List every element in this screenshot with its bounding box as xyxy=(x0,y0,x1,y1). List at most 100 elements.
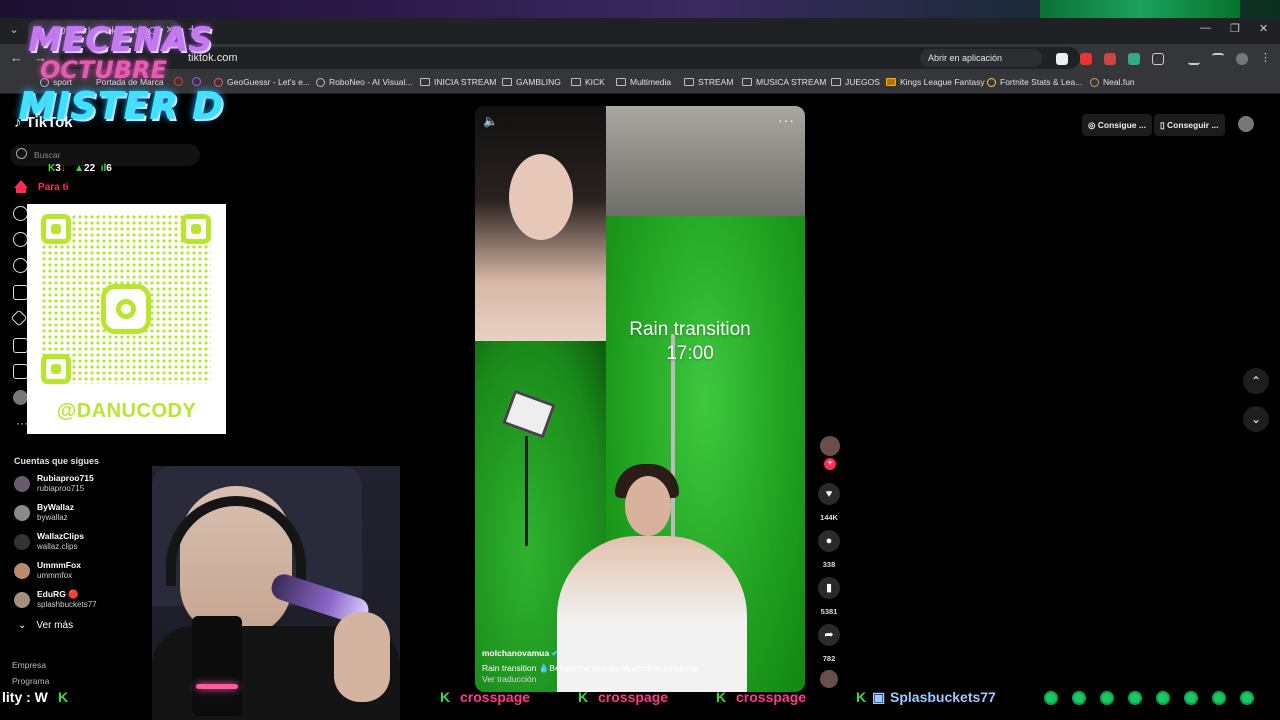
coin-icon: ◎ xyxy=(1088,120,1098,130)
bookmark-folder[interactable]: KICK xyxy=(571,77,605,87)
emote-icon xyxy=(1212,691,1226,705)
restore-icon[interactable]: ❐ xyxy=(1230,22,1240,35)
video-caption-time: 17:00 xyxy=(666,343,714,364)
open-in-app-button[interactable]: Abrir en aplicación xyxy=(920,49,1042,67)
folder-icon xyxy=(616,78,626,86)
activity-icon[interactable] xyxy=(13,338,28,353)
profile-avatar[interactable] xyxy=(1236,53,1248,65)
bookmark-folder[interactable]: MUSICA STREAM xyxy=(742,77,826,87)
bookmark-folder[interactable]: GAMBLING xyxy=(502,77,561,87)
kings-league-icon xyxy=(886,78,896,86)
media-icon[interactable] xyxy=(1212,53,1224,65)
footer-link-company[interactable]: Empresa xyxy=(12,660,46,670)
folder-icon xyxy=(684,78,694,86)
url-field[interactable]: tiktok.com Abrir en aplicación ☆ xyxy=(60,47,1091,69)
share-icon[interactable]: ➦ xyxy=(818,624,840,646)
bookmark-folder[interactable]: JUEGOS xyxy=(831,77,880,87)
video-face-panel xyxy=(475,106,606,341)
bookmark-folder[interactable]: Multimedia xyxy=(616,77,671,87)
site-icon xyxy=(316,77,325,87)
following-icon[interactable] xyxy=(13,232,28,247)
footer-link-program[interactable]: Programa xyxy=(12,676,49,686)
emote-icon xyxy=(1072,691,1086,705)
bookmark-label: KICK xyxy=(585,77,605,87)
bookmark-folder[interactable]: STREAM xyxy=(684,77,733,87)
explore-icon[interactable] xyxy=(13,206,28,221)
share-count: 782 xyxy=(822,654,836,663)
account-name: WallazClips xyxy=(37,531,84,541)
bookmark-label: RoboNeo - AI Visual... xyxy=(329,77,413,87)
ticker-text: lity : W xyxy=(2,689,48,705)
volume-icon[interactable]: 🔈 xyxy=(483,114,498,128)
next-video-chevron-down-icon[interactable]: ⌄ xyxy=(1243,406,1269,432)
extensions-puzzle-icon[interactable] xyxy=(1152,53,1164,65)
bookmark-item[interactable]: Kings League Fantasy xyxy=(886,77,985,87)
upload-icon[interactable] xyxy=(13,364,28,379)
video-ceiling xyxy=(606,106,805,216)
messages-icon[interactable] xyxy=(10,309,28,327)
browser-menu-icon[interactable]: ⋮ xyxy=(1260,53,1272,65)
nav-for-you[interactable]: Para ti xyxy=(38,182,69,193)
get-app-button[interactable]: ▯ Conseguir ... xyxy=(1154,114,1225,136)
ticker-username: crosspage xyxy=(460,689,531,705)
neon-sign xyxy=(1040,0,1240,18)
qr-code xyxy=(41,214,211,384)
avatar xyxy=(14,476,30,492)
see-more-button[interactable]: ⌄ Ver más xyxy=(18,620,73,631)
screen: ⌄ Obrás las TikTok tuf Ch ✕ + — ❐ ✕ ← → … xyxy=(0,0,1280,720)
bookmark-icon[interactable]: ▮ xyxy=(818,577,840,599)
bookmark-label: MUSICA STREAM xyxy=(756,77,827,87)
overlay-title-mecenas: MECENAS xyxy=(28,20,213,60)
bookmark-label: JUEGOS xyxy=(845,77,880,87)
bookmark-label: Fortnite Stats & Lea... xyxy=(1000,77,1083,87)
extension-icon[interactable] xyxy=(1056,53,1068,65)
follow-plus-icon[interactable]: + xyxy=(824,458,836,470)
bookmark-item[interactable]: GeoGuessr - Let's e... xyxy=(214,77,310,87)
emote-icon xyxy=(1240,691,1254,705)
user-avatar[interactable] xyxy=(1238,116,1254,132)
download-icon[interactable] xyxy=(1188,53,1200,65)
bookmark-folder[interactable]: INICIA STREAM xyxy=(420,77,496,87)
overlay-title-mister: MISTER D xyxy=(18,84,224,128)
person-icon: ▲ xyxy=(74,163,85,174)
live-icon[interactable] xyxy=(13,285,28,300)
extension-icon[interactable] xyxy=(1080,53,1092,65)
verified-icon: ✔ xyxy=(551,648,559,658)
save-count: 5381 xyxy=(820,607,838,616)
qr-handle: @DANUCODY xyxy=(56,400,197,422)
bookmark-item[interactable]: Fortnite Stats & Lea... xyxy=(987,77,1082,87)
emote-icon xyxy=(1156,691,1170,705)
close-window-icon[interactable]: ✕ xyxy=(1259,22,1268,35)
ticker-username: Splasbuckets77 xyxy=(890,689,996,705)
extension-icon[interactable] xyxy=(1104,53,1116,65)
comment-icon[interactable]: ● xyxy=(818,530,840,552)
neal-fun-icon xyxy=(1090,77,1099,87)
video-author[interactable]: molchanovamua ✔ xyxy=(482,648,559,659)
like-heart-icon[interactable]: ♥ xyxy=(818,483,840,505)
previous-video-chevron-up-icon[interactable]: ⌃ xyxy=(1243,368,1269,394)
back-icon[interactable]: ← xyxy=(10,50,23,65)
see-translation-link[interactable]: Ver traducción xyxy=(482,674,536,684)
creator-avatar[interactable] xyxy=(820,436,840,456)
emote-icon xyxy=(1128,691,1142,705)
avatar xyxy=(14,505,30,521)
search-placeholder: Buscar xyxy=(34,150,61,160)
profile-icon[interactable] xyxy=(13,390,28,405)
friends-icon[interactable] xyxy=(13,258,28,273)
extension-icon[interactable] xyxy=(1128,53,1140,65)
instagram-icon xyxy=(101,284,151,334)
more-options-icon[interactable]: ··· xyxy=(778,112,795,128)
bookmark-label: Neal.fun xyxy=(1103,77,1135,87)
video-player[interactable]: Rain transition 17:00 🔈 ··· molchanovamu… xyxy=(475,106,805,692)
bookmark-item[interactable]: Neal.fun xyxy=(1090,77,1135,87)
tab-search-chevron-icon[interactable]: ⌄ xyxy=(6,22,22,38)
author-name: molchanovamua xyxy=(482,648,550,658)
home-icon[interactable] xyxy=(14,180,28,193)
account-name: ByWallaz xyxy=(37,502,75,512)
stat-bars: 6 xyxy=(106,163,112,174)
bookmark-label: Kings League Fantasy xyxy=(900,77,985,87)
get-coins-button[interactable]: ◎ Consigue ... xyxy=(1082,114,1152,136)
minimize-icon[interactable]: — xyxy=(1200,22,1211,34)
folder-icon xyxy=(420,78,430,86)
bookmark-item[interactable]: RoboNeo - AI Visual... xyxy=(316,77,412,87)
